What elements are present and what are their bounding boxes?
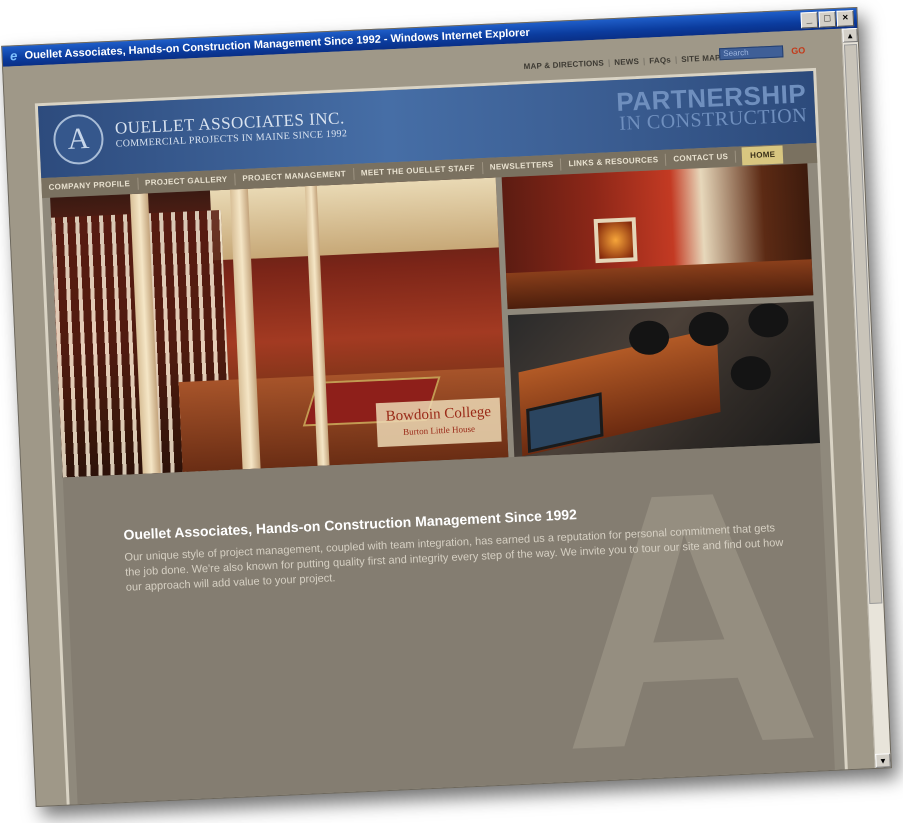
internet-explorer-icon: e [9, 48, 18, 64]
logo[interactable]: A [52, 113, 105, 166]
nav-newsletters[interactable]: NEWSLETTERS [482, 158, 562, 175]
nav-contact-us[interactable]: CONTACT US [666, 150, 737, 166]
photo-collage: Bowdoin College Burton Little House [50, 163, 821, 478]
photo-chair [730, 355, 772, 392]
conference-photo [507, 301, 821, 457]
screenshot-stage: e Ouellet Associates, Hands-on Construct… [0, 0, 903, 823]
link-faqs[interactable]: FAQs [649, 55, 671, 65]
photo-caption: Bowdoin College Burton Little House [375, 397, 502, 448]
lobby-photo: Bowdoin College Burton Little House [50, 177, 509, 478]
site-page: A OUELLET ASSOCIATES INC. COMMERCIAL PRO… [34, 67, 849, 807]
nav-project-management[interactable]: PROJECT MANAGEMENT [235, 167, 355, 186]
scroll-down-icon[interactable]: ▼ [875, 753, 891, 768]
window-controls: _ □ × [800, 10, 855, 29]
intro-section: A Ouellet Associates, Hands-on Construct… [62, 443, 835, 807]
separator: | [607, 58, 611, 68]
photo-floor [505, 259, 814, 310]
nav-meet-staff[interactable]: MEET THE OUELLET STAFF [353, 162, 484, 180]
watermark-letter: A [548, 443, 827, 807]
go-button[interactable]: GO [791, 45, 805, 56]
slogan: PARTNERSHIP IN CONSTRUCTION [616, 78, 808, 134]
utility-links: MAP & DIRECTIONS | NEWS | FAQs | SITE MAP [523, 53, 720, 71]
fireplace-photo [501, 163, 814, 310]
page-viewport: MAP & DIRECTIONS | NEWS | FAQs | SITE MAP Sear… [3, 28, 876, 807]
nav-project-gallery[interactable]: PROJECT GALLERY [137, 173, 236, 190]
separator: | [642, 56, 646, 66]
photo-ceiling [209, 177, 503, 261]
link-news[interactable]: NEWS [614, 57, 639, 67]
browser-window: e Ouellet Associates, Hands-on Construct… [1, 6, 892, 808]
photo-chair [687, 311, 730, 347]
photo-fireplace [593, 217, 638, 264]
nav-home[interactable]: HOME [741, 145, 784, 166]
link-map-directions[interactable]: MAP & DIRECTIONS [523, 59, 604, 72]
photo-chair [747, 302, 790, 339]
nav-company-profile[interactable]: COMPANY PROFILE [41, 177, 139, 195]
logo-letter: A [66, 121, 91, 156]
close-button[interactable]: × [836, 10, 855, 27]
scroll-up-icon[interactable]: ▲ [842, 27, 858, 43]
separator: | [674, 55, 678, 65]
minimize-button[interactable]: _ [800, 11, 819, 29]
search-input[interactable]: Search [719, 45, 784, 61]
link-site-map[interactable]: SITE MAP [681, 53, 721, 64]
maximize-button[interactable]: □ [818, 10, 837, 28]
nav-links-resources[interactable]: LINKS & RESOURCES [561, 153, 667, 171]
